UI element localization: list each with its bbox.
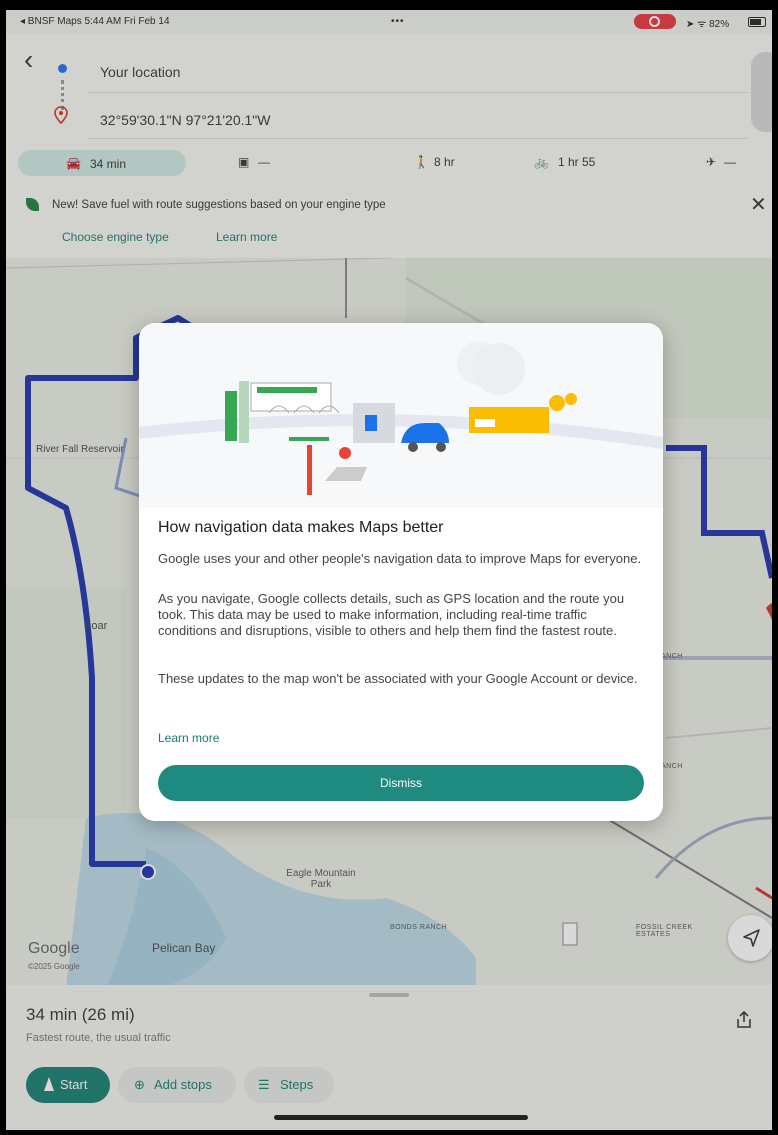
dismiss-button[interactable]: Dismiss [158, 765, 644, 801]
city-illustration [139, 323, 663, 508]
home-indicator[interactable] [274, 1115, 528, 1120]
dialog-paragraph-3: These updates to the map won't be associ… [158, 671, 638, 686]
navigation-data-dialog: How navigation data makes Maps better Go… [139, 323, 663, 821]
dialog-paragraph-2: As you navigate, Google collects details… [158, 591, 625, 638]
dialog-title: How navigation data makes Maps better [158, 519, 444, 536]
dialog-paragraph-1: Google uses your and other people's navi… [158, 551, 642, 566]
dialog-learn-more-link[interactable]: Learn more [158, 731, 219, 745]
screen: ◂ BNSF Maps 5:44 AM Fri Feb 14 ••• ➤ ᯤ 8… [6, 10, 772, 1130]
